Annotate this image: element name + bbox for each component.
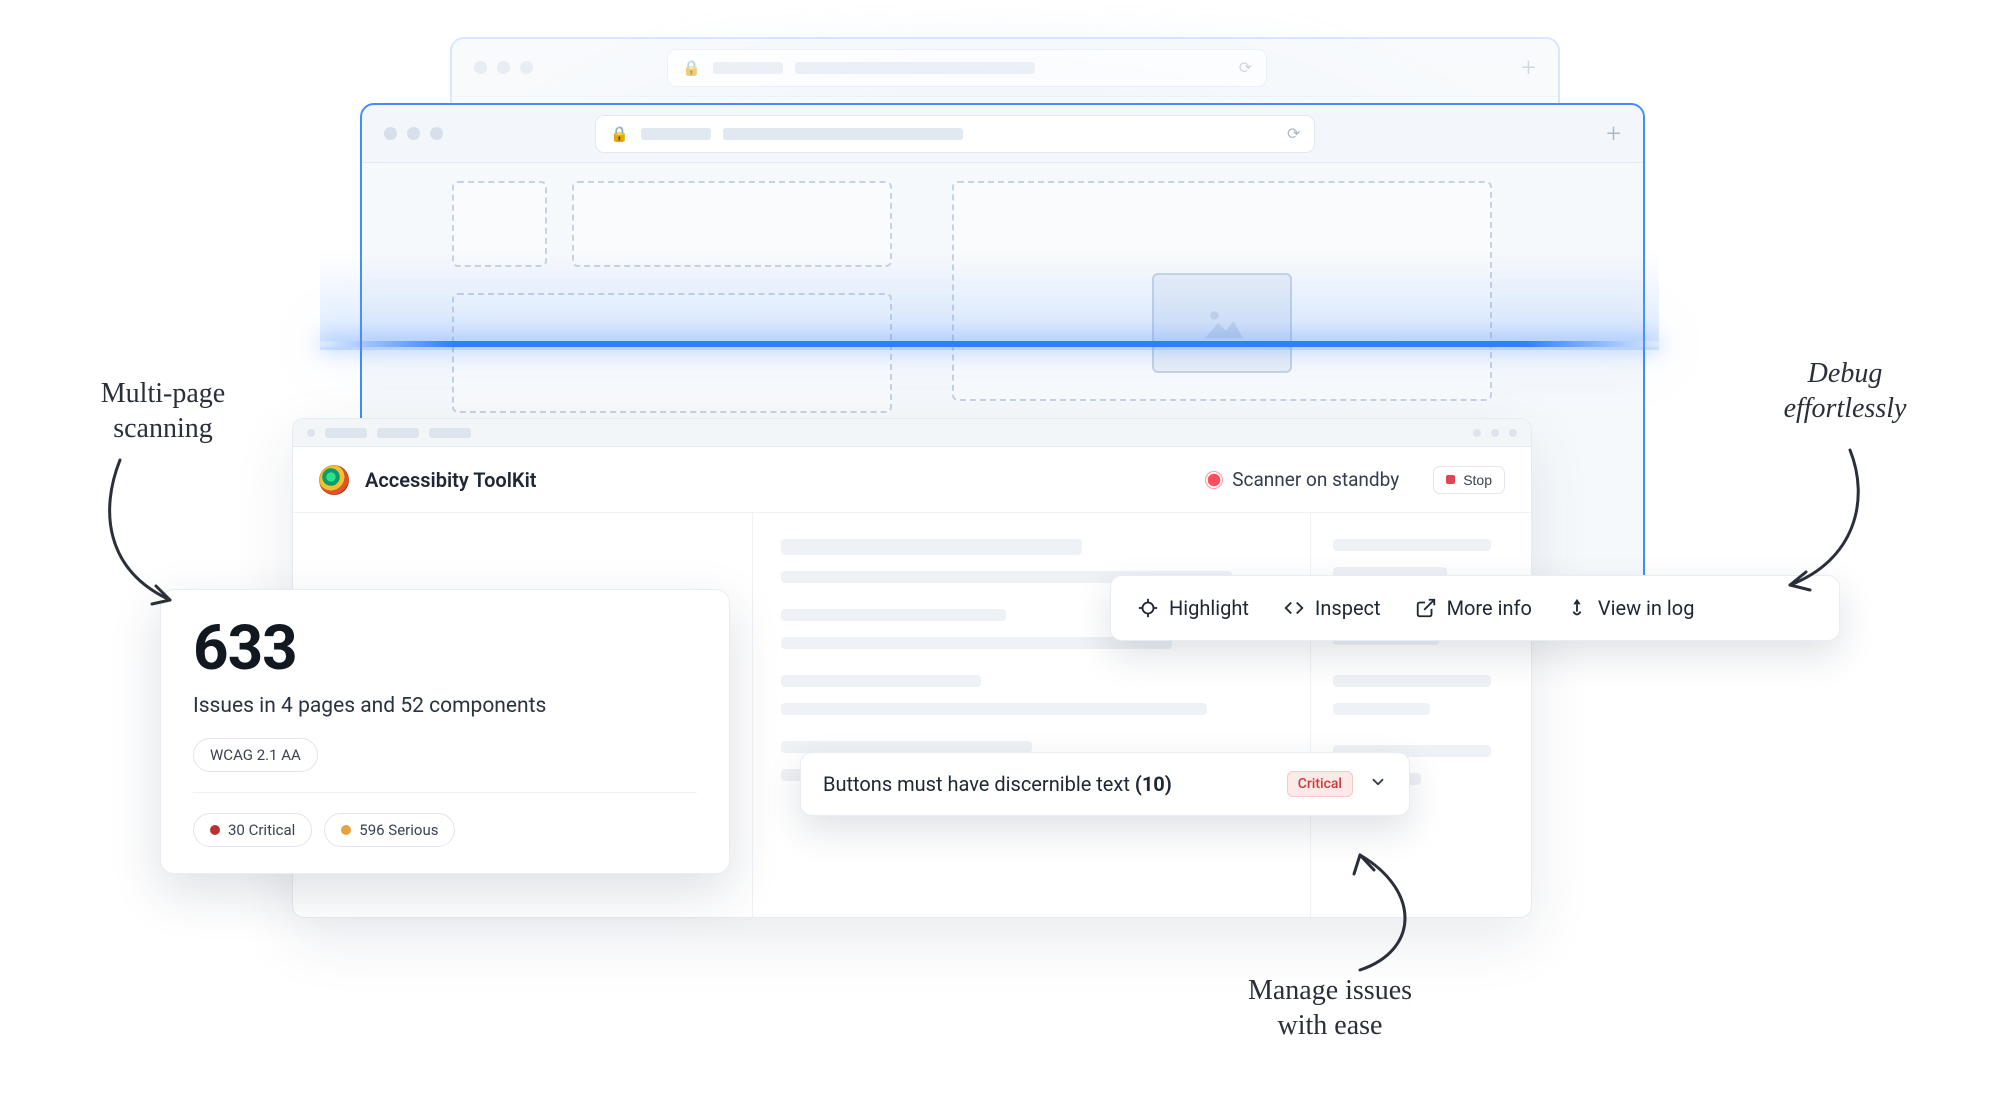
code-icon (1283, 597, 1305, 619)
issue-row[interactable]: Buttons must have discernible text (10) … (800, 752, 1410, 816)
serious-count-label: 596 Serious (359, 821, 438, 839)
stop-button[interactable]: Stop (1433, 466, 1505, 494)
stats-card: 633 Issues in 4 pages and 52 components … (160, 589, 730, 874)
highlight-action[interactable]: Highlight (1137, 596, 1249, 620)
serious-dot-icon (341, 825, 351, 835)
placeholder-row (781, 609, 1006, 621)
issue-count: 633 (193, 618, 697, 680)
placeholder-row (781, 539, 1082, 555)
inspect-action[interactable]: Inspect (1283, 596, 1381, 620)
actions-toolbar: Highlight Inspect More info View in log (1110, 575, 1840, 641)
scan-line (320, 341, 1659, 347)
placeholder-row (1333, 703, 1430, 715)
more-info-action[interactable]: More info (1415, 596, 1532, 620)
critical-count-label: 30 Critical (228, 821, 295, 839)
external-link-icon (1415, 597, 1437, 619)
target-icon (1137, 597, 1159, 619)
new-tab-icon[interactable]: + (1606, 119, 1621, 149)
view-in-log-action[interactable]: View in log (1566, 596, 1695, 620)
placeholder-row (1333, 539, 1491, 551)
url-placeholder (723, 128, 963, 140)
refresh-icon: ⟳ (1239, 58, 1252, 77)
critical-chip[interactable]: 30 Critical (193, 813, 312, 847)
placeholder-row (781, 675, 981, 687)
address-bar: 🔒 ⟳ (667, 49, 1267, 87)
issue-count-badge: (10) (1135, 772, 1172, 796)
new-tab-icon: + (1521, 53, 1536, 83)
placeholder-row (781, 703, 1207, 715)
lock-icon: 🔒 (610, 125, 629, 143)
scanner-status-text: Scanner on standby (1232, 468, 1399, 491)
wcag-chip[interactable]: WCAG 2.1 AA (193, 738, 318, 772)
arrow-icon (80, 450, 210, 620)
stop-label: Stop (1463, 472, 1492, 488)
annotation-manage: Manage issues with ease (1190, 973, 1470, 1043)
address-bar[interactable]: 🔒 ⟳ (595, 115, 1315, 153)
view-in-log-label: View in log (1598, 596, 1695, 620)
toolkit-title: Accessibity ToolKit (365, 468, 537, 492)
scanner-status: Scanner on standby Stop (1206, 466, 1505, 494)
window-controls (474, 61, 533, 74)
marker-icon (1566, 597, 1588, 619)
url-placeholder (641, 128, 711, 140)
serious-chip[interactable]: 596 Serious (324, 813, 455, 847)
window-controls (384, 127, 443, 140)
record-indicator-icon (1206, 472, 1222, 488)
arrow-icon (1760, 440, 1880, 600)
issue-subtitle: Issues in 4 pages and 52 components (193, 694, 697, 718)
wireframe-block (572, 181, 892, 267)
arrow-icon (1300, 840, 1440, 980)
stop-icon (1446, 475, 1455, 484)
annotation-multi-page: Multi-page scanning (48, 376, 278, 446)
more-info-label: More info (1447, 596, 1532, 620)
critical-dot-icon (210, 825, 220, 835)
toolkit-logo-icon (319, 465, 349, 495)
annotation-debug: Debug effortlessly (1730, 356, 1960, 426)
placeholder-row (781, 637, 1172, 649)
severity-badge: Critical (1287, 771, 1353, 797)
placeholder-row (1333, 675, 1491, 687)
refresh-icon[interactable]: ⟳ (1287, 124, 1300, 143)
lock-icon: 🔒 (682, 59, 701, 77)
issue-text: Buttons must have discernible text (823, 772, 1130, 796)
toolkit-mid-column (753, 513, 1311, 917)
chevron-down-icon[interactable] (1369, 773, 1387, 795)
highlight-label: Highlight (1169, 596, 1249, 620)
wireframe-block (452, 181, 547, 267)
inspect-label: Inspect (1315, 596, 1381, 620)
image-placeholder-icon (1152, 273, 1292, 373)
toolkit-tabbar (293, 419, 1531, 447)
wireframe-block (452, 293, 892, 413)
